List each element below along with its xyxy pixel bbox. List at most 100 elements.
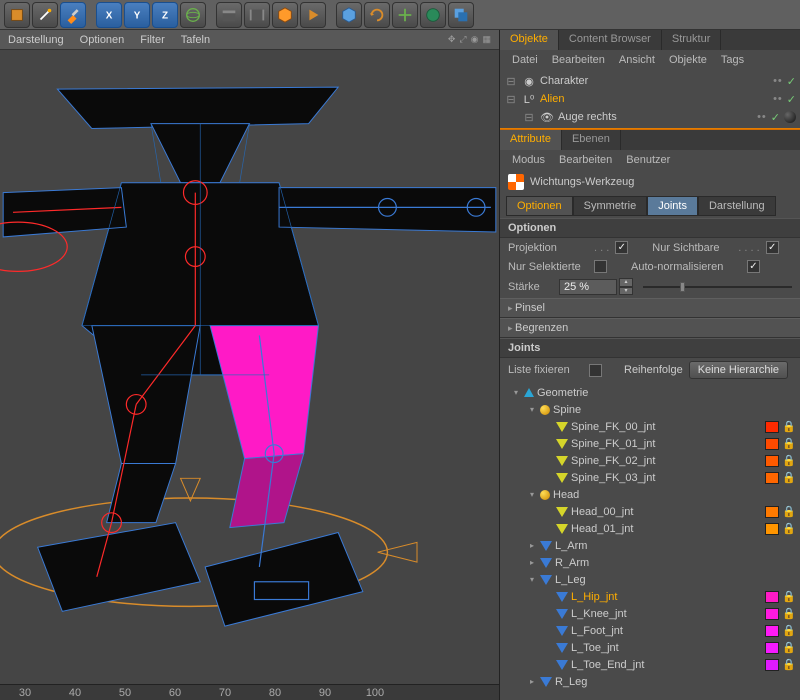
tool-play[interactable] [300,2,326,28]
color-swatch[interactable] [765,659,779,671]
joint-row[interactable]: Head_01_jnt🔒 [504,520,796,537]
joint-row[interactable]: ▸R_Arm [504,554,796,571]
tab-attribute[interactable]: Attribute [500,130,562,150]
tool-wand[interactable] [32,2,58,28]
checkbox-liste-fixieren[interactable] [589,364,602,377]
mode-tab-darstellung[interactable]: Darstellung [698,196,776,216]
lock-icon[interactable]: 🔒 [782,522,796,535]
joint-row[interactable]: Spine_FK_00_jnt🔒 [504,418,796,435]
material-tag[interactable] [784,111,796,123]
om-row[interactable]: ⊟L⁰Alien••✓ [504,90,796,108]
tool-brush[interactable] [60,2,86,28]
axis-z-button[interactable]: Z [152,2,178,28]
lock-icon[interactable]: 🔒 [782,607,796,620]
object-manager-tree[interactable]: ⊟◉Charakter••✓⊟L⁰Alien••✓⊟👁Auge rechts••… [500,70,800,128]
lock-icon[interactable]: 🔒 [782,624,796,637]
joint-row[interactable]: Spine_FK_02_jnt🔒 [504,452,796,469]
color-swatch[interactable] [765,455,779,467]
color-swatch[interactable] [765,472,779,484]
tab-ebenen[interactable]: Ebenen [562,130,621,150]
expand-arrow[interactable]: ▾ [527,405,537,414]
om-menu-tags[interactable]: Tags [721,54,744,66]
view-menu-darstellung[interactable]: Darstellung [8,34,64,46]
om-menu-ansicht[interactable]: Ansicht [619,54,655,66]
input-staerke[interactable]: 25 % [559,279,617,295]
lock-icon[interactable]: 🔒 [782,505,796,518]
view-menu-filter[interactable]: Filter [140,34,164,46]
enable-check[interactable]: ✓ [787,75,796,88]
expand-icon[interactable]: ⊟ [504,93,518,106]
color-swatch[interactable] [765,421,779,433]
lock-icon[interactable]: 🔒 [782,420,796,433]
tool-arrows[interactable] [392,2,418,28]
nav-icon[interactable]: ⤢ [459,34,466,45]
tool-primitive[interactable] [336,2,362,28]
joint-row[interactable]: L_Toe_jnt🔒 [504,639,796,656]
lock-icon[interactable]: 🔒 [782,471,796,484]
section-pinsel[interactable]: Pinsel [500,298,800,318]
color-swatch[interactable] [765,625,779,637]
view-menu-optionen[interactable]: Optionen [80,34,125,46]
expand-icon[interactable]: ⊟ [504,75,518,88]
mode-tab-optionen[interactable]: Optionen [506,196,573,216]
joint-row[interactable]: Head_00_jnt🔒 [504,503,796,520]
tab-struktur[interactable]: Struktur [662,30,722,50]
visibility-dots[interactable]: •• [757,111,767,123]
lock-icon[interactable]: 🔒 [782,590,796,603]
om-menu-objekte[interactable]: Objekte [669,54,707,66]
tool-layers[interactable] [448,2,474,28]
axis-x-button[interactable]: X [96,2,122,28]
joint-row[interactable]: L_Foot_jnt🔒 [504,622,796,639]
tab-content-browser[interactable]: Content Browser [559,30,662,50]
visibility-dots[interactable]: •• [773,75,783,87]
attr-menu-bearbeiten[interactable]: Bearbeiten [559,154,612,166]
expand-arrow[interactable]: ▸ [527,558,537,567]
lock-icon[interactable]: 🔒 [782,437,796,450]
view-menu-tafeln[interactable]: Tafeln [181,34,210,46]
tool-globe[interactable] [420,2,446,28]
nav-icon[interactable]: ◉ [471,34,479,45]
attr-menu-benutzer[interactable]: Benutzer [626,154,670,166]
mode-tab-joints[interactable]: Joints [647,196,698,216]
lock-icon[interactable]: 🔒 [782,454,796,467]
joint-tree[interactable]: ▾Geometrie▾SpineSpine_FK_00_jnt🔒 Spine_FK… [500,382,800,700]
expand-arrow[interactable]: ▾ [511,388,521,397]
tool-film[interactable] [244,2,270,28]
joint-row[interactable]: ▾Geometrie [504,384,796,401]
color-swatch[interactable] [765,523,779,535]
button-reihenfolge[interactable]: Keine Hierarchie [689,361,788,379]
joint-row[interactable]: ▸R_Leg [504,673,796,690]
color-swatch[interactable] [765,591,779,603]
viewport[interactable]: Darstellung Optionen Filter Tafeln ✥⤢ ◉▦ [0,30,500,700]
om-menu-bearbeiten[interactable]: Bearbeiten [552,54,605,66]
nav-icon[interactable]: ✥ [448,34,456,45]
checkbox-nur-selektierte[interactable] [594,260,607,273]
color-swatch[interactable] [765,438,779,450]
checkbox-nur-sichtbare[interactable] [766,241,779,254]
joint-row[interactable]: ▸L_Arm [504,537,796,554]
om-menu-datei[interactable]: Datei [512,54,538,66]
color-swatch[interactable] [765,642,779,654]
expand-arrow[interactable]: ▸ [527,677,537,686]
attr-menu-modus[interactable]: Modus [512,154,545,166]
mode-tab-symmetrie[interactable]: Symmetrie [573,196,648,216]
joint-row[interactable]: ▾L_Leg [504,571,796,588]
timeline-ruler[interactable]: 30405060708090100 [0,684,499,700]
tool-render-cube[interactable] [272,2,298,28]
color-swatch[interactable] [765,608,779,620]
slider-staerke[interactable] [643,281,792,293]
tool-clapper[interactable] [216,2,242,28]
checkbox-projektion[interactable] [615,241,628,254]
axis-y-button[interactable]: Y [124,2,150,28]
nav-icon[interactable]: ▦ [482,34,491,45]
lock-icon[interactable]: 🔒 [782,641,796,654]
joint-row[interactable]: Spine_FK_03_jnt🔒 [504,469,796,486]
enable-check[interactable]: ✓ [771,111,780,124]
joint-row[interactable]: ▾Spine [504,401,796,418]
visibility-dots[interactable]: •• [773,93,783,105]
joint-row[interactable]: L_Toe_End_jnt🔒 [504,656,796,673]
tool-cube[interactable] [4,2,30,28]
expand-arrow[interactable]: ▸ [527,541,537,550]
expand-icon[interactable]: ⊟ [522,111,536,124]
expand-arrow[interactable]: ▾ [527,575,537,584]
